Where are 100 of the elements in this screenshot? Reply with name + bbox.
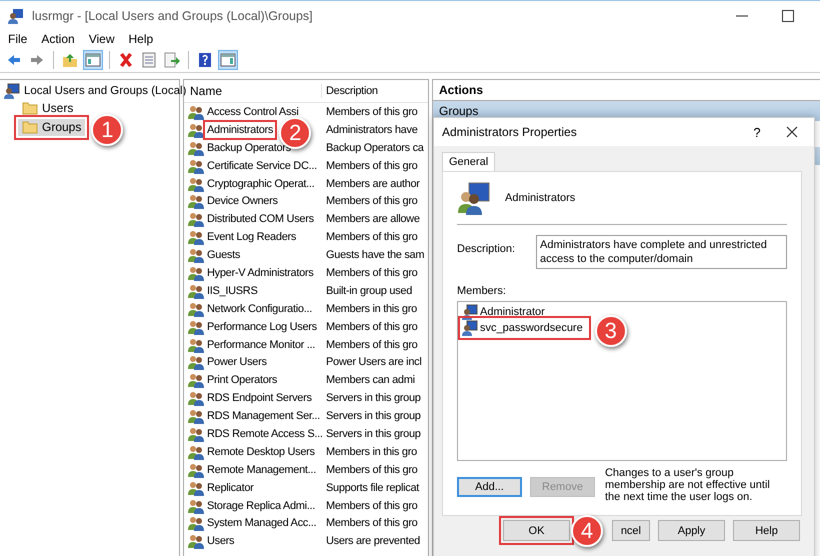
tree-pane-icon[interactable]	[83, 50, 103, 70]
group-icon	[188, 426, 204, 442]
group-description: Backup Operators ca	[325, 142, 424, 154]
group-description: Members of this gro	[325, 266, 418, 279]
menu-item[interactable]: View	[88, 32, 114, 46]
group-description: Members of this gro	[325, 195, 418, 208]
user-icon	[462, 320, 478, 336]
group-icon	[188, 390, 204, 406]
group-description: Members of this gro	[325, 500, 418, 512]
group-description: Users are prevented	[325, 535, 420, 548]
group-icon	[457, 181, 491, 215]
group-name[interactable]: Print Operators	[207, 374, 278, 386]
group-icon	[188, 264, 204, 281]
group-name[interactable]: System Managed Acc...	[207, 517, 316, 530]
group-name[interactable]: Network Configuratio...	[207, 302, 312, 315]
group-name[interactable]: Power Users	[207, 356, 267, 368]
group-name[interactable]: RDS Endpoint Servers	[207, 392, 312, 404]
group-icon	[188, 498, 204, 514]
group-name[interactable]: Storage Replica Admi...	[207, 500, 316, 512]
dialog-button[interactable]: Help	[733, 520, 800, 541]
dialog-button[interactable]: Apply	[658, 520, 725, 541]
group-description: Members in this gro	[325, 302, 417, 315]
group-icon	[188, 336, 204, 353]
group-icon	[188, 462, 204, 478]
group-icon	[188, 372, 204, 388]
group-description: Servers in this group	[325, 428, 421, 440]
group-name[interactable]: Performance Log Users	[207, 320, 317, 333]
field-label: Description:	[457, 242, 516, 257]
group-name[interactable]: Device Owners	[207, 195, 278, 208]
group-name[interactable]: Remote Desktop Users	[207, 446, 315, 458]
folder-icon	[22, 100, 38, 116]
group-description: Members of this gro	[325, 517, 418, 530]
group-name[interactable]: Event Log Readers	[207, 231, 296, 244]
group-icon	[188, 408, 204, 424]
group-description: Members of this gro	[325, 338, 418, 351]
group-name[interactable]: RDS Management Ser...	[207, 410, 320, 422]
group-name[interactable]: Cryptographic Operat...	[207, 178, 314, 190]
dialog-button[interactable]: ncel	[612, 520, 650, 541]
window-title: lusrmgr - [Local Users and Groups (Local)\Groups]	[32, 8, 314, 22]
action-pane-icon[interactable]	[218, 50, 238, 70]
group-icon	[188, 480, 204, 496]
export-icon[interactable]	[162, 50, 182, 70]
members-list[interactable]: Administrator svc_passwordsecure 3	[457, 301, 787, 461]
field-label: Members:	[457, 285, 507, 297]
help-button[interactable]: ?	[742, 124, 772, 140]
group-description: Members can admi	[325, 374, 415, 386]
group-name[interactable]: Replicator	[207, 482, 254, 494]
dialog-title: Administrators Properties	[442, 125, 578, 139]
group-description: Members of this gro	[325, 231, 418, 244]
group-description: Guests have the sam	[325, 249, 424, 262]
group-icon	[188, 140, 204, 156]
tree-item[interactable]: Users	[18, 99, 78, 116]
group-description: Built-in group used	[325, 284, 412, 297]
group-icon	[188, 282, 204, 299]
menu-item[interactable]: File	[8, 32, 28, 46]
callout-badge: 1	[91, 114, 124, 146]
group-description: Supports file replicat	[325, 482, 420, 494]
group-name[interactable]: Backup Operators	[207, 142, 291, 154]
close-icon[interactable]	[786, 126, 798, 138]
group-name[interactable]: RDS Remote Access S...	[207, 428, 323, 440]
group-description: Members of this gro	[325, 160, 418, 172]
group-icon	[188, 158, 204, 174]
group-icon	[188, 300, 204, 317]
group-icon	[188, 176, 204, 192]
callout-badge: 4	[571, 514, 603, 546]
users-app-icon	[8, 8, 24, 24]
group-icon	[188, 122, 204, 138]
computer-users-icon	[4, 82, 20, 98]
group-description: Servers in this group	[325, 410, 421, 422]
group-name[interactable]: Certificate Service DC...	[207, 160, 317, 172]
group-description: Power Users are incl	[325, 356, 422, 368]
group-icon	[188, 444, 204, 460]
group-description: Servers in this group	[325, 392, 421, 404]
group-icon	[188, 104, 204, 120]
group-name[interactable]: Access Control Assi	[207, 106, 299, 118]
description-field[interactable]: Administrators have complete and unrestricted access to the computer/domain	[536, 235, 787, 269]
maximize-icon[interactable]	[782, 10, 794, 22]
group-name[interactable]: Performance Monitor ...	[207, 338, 316, 351]
group-icon	[188, 229, 204, 246]
tree-item[interactable]: Local Users and Groups (Local)	[24, 84, 186, 96]
group-description: Members in this gro	[325, 446, 417, 458]
column-header[interactable]: Description	[322, 85, 378, 97]
group-icon	[188, 533, 204, 550]
group-name[interactable]: Guests	[207, 249, 240, 262]
group-description: Administrators have	[325, 124, 418, 136]
group-name[interactable]: IIS_IUSRS	[207, 284, 258, 297]
group-name: Administrators	[505, 192, 576, 204]
menu-item[interactable]: Help	[128, 32, 154, 46]
group-name[interactable]: Remote Management...	[207, 464, 316, 476]
group-name[interactable]: Hyper-V Administrators	[207, 266, 314, 279]
group-name[interactable]: Users	[207, 535, 234, 548]
column-header[interactable]: Name	[184, 84, 322, 98]
menu-item[interactable]: Action	[41, 32, 75, 46]
folder-icon	[22, 119, 38, 135]
group-name[interactable]: Distributed COM Users	[207, 213, 314, 226]
group-icon	[188, 211, 204, 228]
group-description: Members of this gro	[325, 106, 418, 118]
add-button[interactable]: Add...	[457, 477, 522, 497]
group-icon	[188, 193, 204, 210]
tab[interactable]: General	[442, 152, 496, 171]
